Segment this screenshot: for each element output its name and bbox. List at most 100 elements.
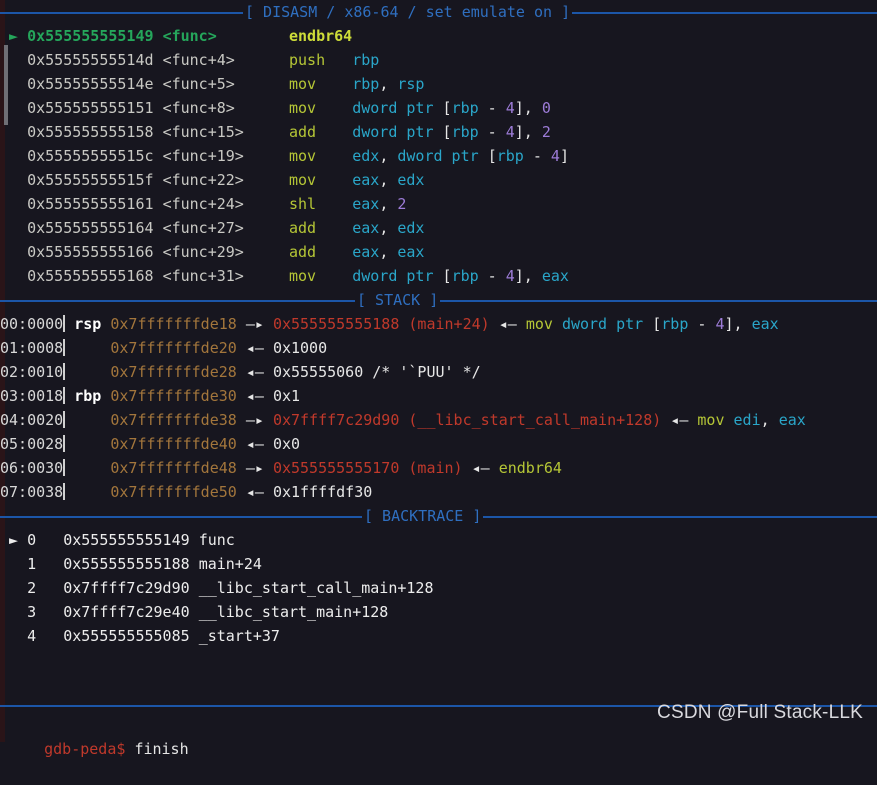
stack-value: 0x55555060 /* '`PUU' */: [272, 363, 481, 381]
stack-value: ,: [760, 411, 779, 429]
backtrace-current-frame-arrow: [0, 555, 27, 573]
instruction-operand: -: [478, 123, 506, 141]
instruction-operand: edx: [397, 219, 425, 237]
instruction-operand: ,: [379, 219, 398, 237]
stack-value: eax: [778, 411, 806, 429]
instruction-operand: ],: [514, 123, 542, 141]
backtrace-row[interactable]: 4 0x555555555085 _start+37: [0, 624, 877, 648]
stack-value: [490, 459, 499, 477]
disasm-row[interactable]: 0x55555555515f <func+22> mov eax, edx: [0, 168, 877, 192]
stack-row[interactable]: 05:0028 0x7fffffffde40 ◂— 0x0: [0, 432, 877, 456]
backtrace-frame-index: 2: [27, 579, 64, 597]
stack-value: [661, 411, 670, 429]
instruction-operand: [: [442, 123, 452, 141]
current-instruction-arrow: [0, 219, 27, 237]
instruction-symbol: <func+15>: [162, 123, 262, 141]
stack-value: [725, 411, 734, 429]
instruction-operand: rbp: [496, 147, 524, 165]
disasm-row[interactable]: 0x555555555168 <func+31> mov dword ptr […: [0, 264, 877, 288]
disasm-section-header: [ DISASM / x86-64 / set emulate on ]: [0, 0, 877, 24]
stack-value: 0x1ffffdf30: [272, 483, 373, 501]
instruction-operand: rbp: [352, 75, 380, 93]
instruction-operand: [: [487, 147, 497, 165]
instruction-address: 0x555555555166: [27, 243, 163, 261]
command-prompt-line[interactable]: gdb-peda$ finish: [8, 713, 189, 758]
disasm-row[interactable]: 0x555555555158 <func+15> add dword ptr […: [0, 120, 877, 144]
instruction-operand: ,: [379, 147, 398, 165]
stack-value: dword ptr: [561, 315, 653, 333]
disasm-row[interactable]: ► 0x555555555149 <func> endbr64: [0, 24, 877, 48]
stack-offset-index: 05:0028: [0, 435, 64, 453]
stack-value: 4: [715, 315, 725, 333]
stack-section-header: [ STACK ]: [0, 288, 877, 312]
instruction-operand: 4: [505, 123, 515, 141]
instruction-operand: eax: [397, 243, 425, 261]
stack-row[interactable]: 00:0000 rsp 0x7fffffffde18 —▸ 0x55555555…: [0, 312, 877, 336]
backtrace-symbol: _start+37: [198, 627, 280, 645]
disasm-row[interactable]: 0x555555555151 <func+8> mov dword ptr [r…: [0, 96, 877, 120]
disasm-rule-left: [0, 11, 243, 14]
instruction-address: 0x55555555514d: [27, 51, 163, 69]
stack-value: [463, 459, 472, 477]
stack-value: endbr64: [498, 459, 562, 477]
disasm-row[interactable]: 0x55555555514d <func+4> push rbp: [0, 48, 877, 72]
stack-value: 0x555555555170: [272, 459, 400, 477]
stack-register-label: [65, 339, 110, 357]
backtrace-row[interactable]: 3 0x7ffff7c29e40 __libc_start_main+128: [0, 600, 877, 624]
instruction-operand: -: [523, 147, 551, 165]
backtrace-row[interactable]: 1 0x555555555188 main+24: [0, 552, 877, 576]
current-instruction-arrow: [0, 195, 27, 213]
disasm-row[interactable]: 0x55555555514e <func+5> mov rbp, rsp: [0, 72, 877, 96]
stack-title: [ STACK ]: [357, 291, 439, 309]
instruction-symbol: <func+8>: [162, 99, 262, 117]
instruction-mnemonic: mov: [289, 267, 353, 285]
disasm-row[interactable]: 0x555555555161 <func+24> shl eax, 2: [0, 192, 877, 216]
stack-pointer-arrow: —▸: [236, 459, 273, 477]
stack-row[interactable]: 04:0020 0x7fffffffde38 —▸ 0x7ffff7c29d90…: [0, 408, 877, 432]
instruction-operand: edx: [352, 147, 380, 165]
backtrace-frame-index: 0: [27, 531, 64, 549]
instruction-operand: dword ptr: [397, 147, 488, 165]
backtrace-symbol: main+24: [198, 555, 262, 573]
backtrace-address: 0x555555555188: [63, 555, 199, 573]
stack-row[interactable]: 03:0018 rbp 0x7fffffffde30 ◂— 0x1: [0, 384, 877, 408]
instruction-mnemonic: mov: [289, 147, 353, 165]
stack-row[interactable]: 06:0030 0x7fffffffde48 —▸ 0x555555555170…: [0, 456, 877, 480]
backtrace-symbol: __libc_start_main+128: [198, 603, 389, 621]
instruction-operand: 2: [541, 123, 551, 141]
stack-value: (main+24): [408, 315, 490, 333]
stack-row[interactable]: 01:0008 0x7fffffffde20 ◂— 0x1000: [0, 336, 877, 360]
instruction-operand: 4: [505, 267, 515, 285]
current-instruction-arrow: [0, 123, 27, 141]
backtrace-rule-right: [483, 515, 877, 518]
backtrace-current-frame-arrow: [0, 603, 27, 621]
watermark: CSDN @Full Stack-LLK: [657, 702, 863, 723]
stack-register-label: rsp: [65, 315, 111, 333]
stack-row[interactable]: 02:0010 0x7fffffffde28 ◂— 0x55555060 /* …: [0, 360, 877, 384]
backtrace-row[interactable]: ► 0 0x555555555149 func: [0, 528, 877, 552]
instruction-symbol: <func+31>: [162, 267, 262, 285]
instruction-symbol: <func+29>: [162, 243, 262, 261]
instruction-symbol: <func+27>: [162, 219, 262, 237]
current-instruction-arrow: [0, 243, 27, 261]
terminal-screen: [ DISASM / x86-64 / set emulate on ] ► 0…: [0, 0, 877, 742]
instruction-address: 0x555555555149: [27, 27, 163, 45]
stack-address: 0x7fffffffde18: [110, 315, 237, 333]
stack-offset-index: 04:0020: [0, 411, 64, 429]
backtrace-address: 0x555555555149: [63, 531, 199, 549]
backtrace-row[interactable]: 2 0x7ffff7c29d90 __libc_start_call_main+…: [0, 576, 877, 600]
stack-address: 0x7fffffffde50: [110, 483, 237, 501]
disasm-row[interactable]: 0x55555555515c <func+19> mov edx, dword …: [0, 144, 877, 168]
command-input[interactable]: finish: [134, 740, 188, 758]
backtrace-symbol: __libc_start_call_main+128: [198, 579, 434, 597]
instruction-operand: eax: [352, 171, 380, 189]
disasm-row[interactable]: 0x555555555166 <func+29> add eax, eax: [0, 240, 877, 264]
instruction-operand: ],: [514, 99, 542, 117]
stack-row[interactable]: 07:0038 0x7fffffffde50 ◂— 0x1ffffdf30: [0, 480, 877, 504]
stack-register-label: [65, 483, 110, 501]
disasm-row[interactable]: 0x555555555164 <func+27> add eax, edx: [0, 216, 877, 240]
backtrace-rule-left: [0, 515, 362, 518]
disasm-rule-right: [572, 11, 877, 14]
stack-listing: 00:0000 rsp 0x7fffffffde18 —▸ 0x55555555…: [0, 312, 877, 504]
instruction-operand: ,: [379, 195, 398, 213]
